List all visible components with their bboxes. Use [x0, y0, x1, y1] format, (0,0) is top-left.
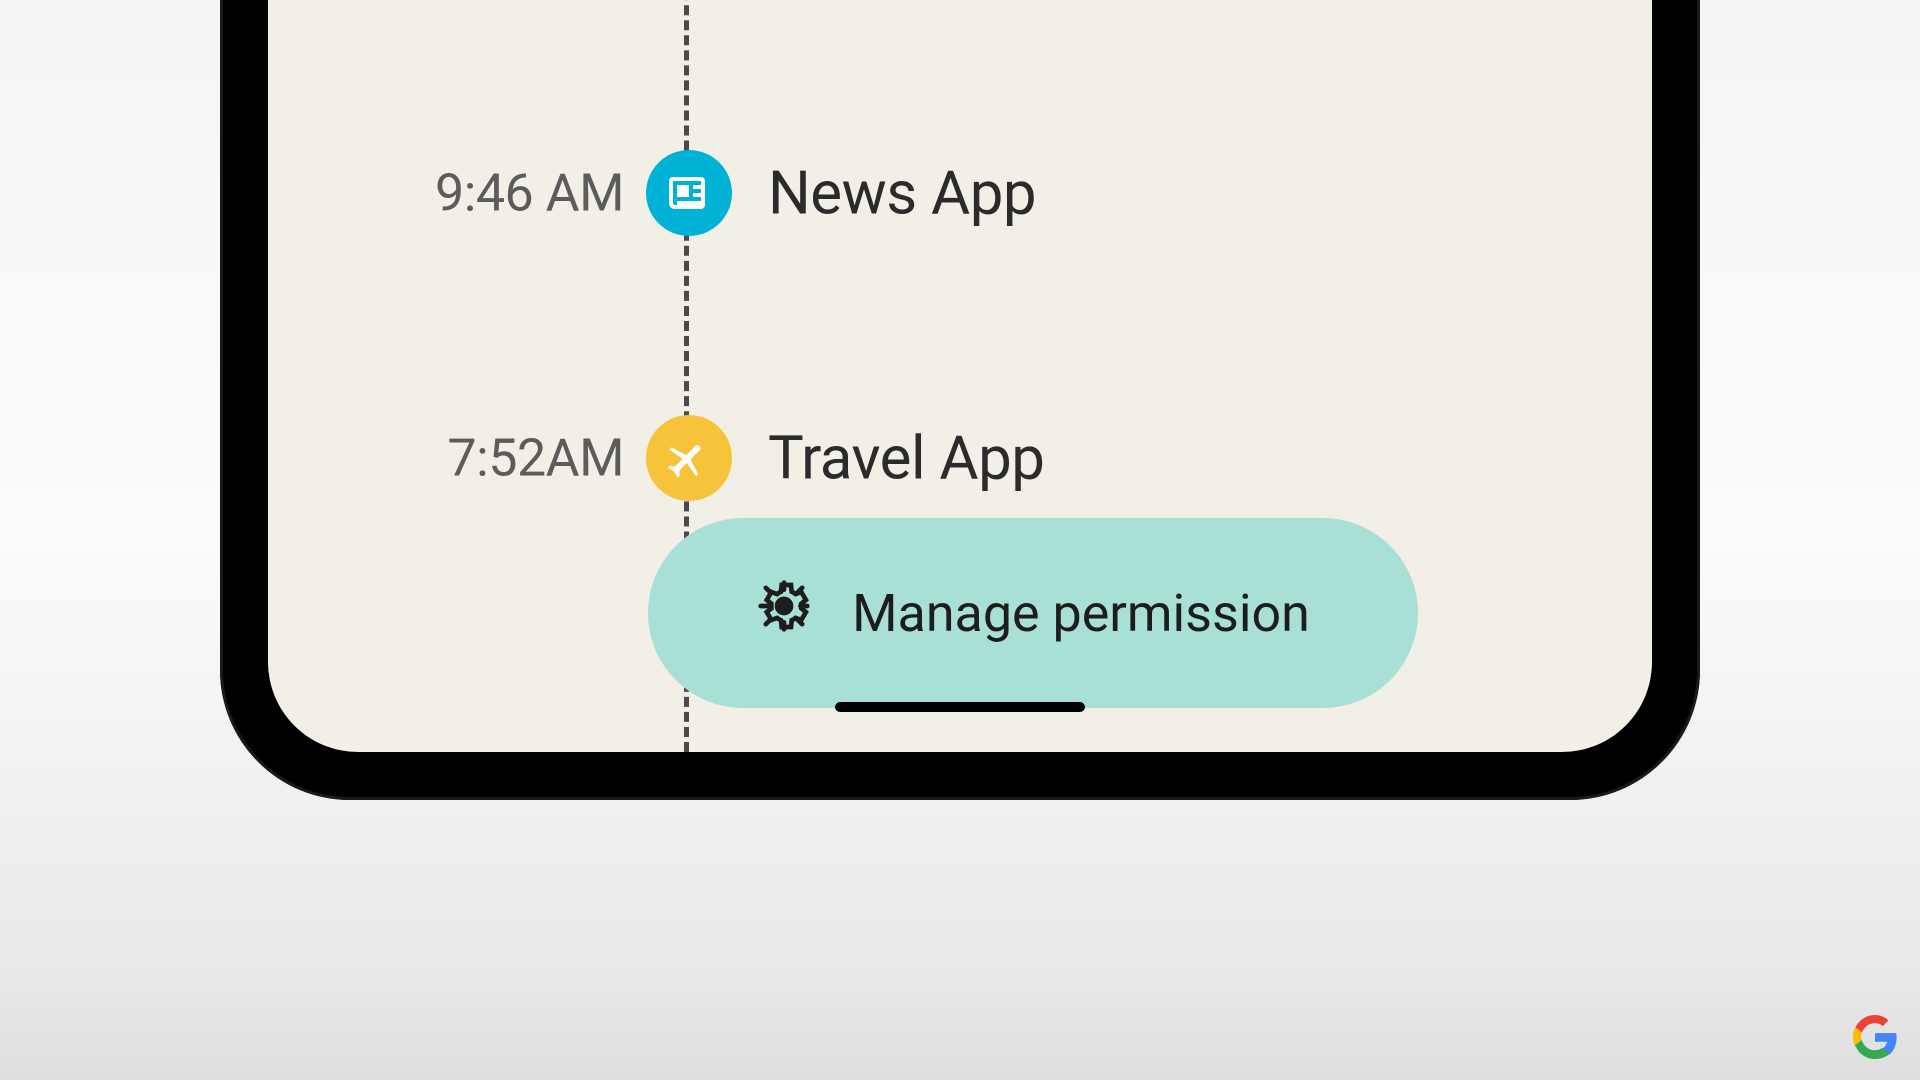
- manage-permission-button[interactable]: Manage permission: [648, 518, 1418, 708]
- app-label: News App: [768, 158, 1036, 229]
- timeline-row-news[interactable]: 9:46 AM News App: [268, 133, 1652, 253]
- timestamp-label: 9:46 AM: [435, 163, 624, 224]
- manage-permission-label: Manage permission: [852, 583, 1310, 644]
- airplane-icon: [646, 415, 732, 501]
- home-indicator[interactable]: [835, 702, 1085, 712]
- newspaper-icon: [646, 150, 732, 236]
- gear-icon: [756, 578, 812, 648]
- timeline-row-travel[interactable]: 7:52AM Travel App: [268, 398, 1652, 518]
- app-label: Travel App: [768, 423, 1044, 494]
- google-logo-icon: [1852, 1014, 1898, 1060]
- timestamp-label: 7:52AM: [447, 428, 624, 489]
- timeline: 9:46 AM News App 7:52AM Travel App: [268, 0, 1652, 752]
- phone-screen: 9:46 AM News App 7:52AM Travel App: [268, 0, 1652, 752]
- stage: 9:46 AM News App 7:52AM Travel App: [0, 0, 1920, 1080]
- phone-frame: 9:46 AM News App 7:52AM Travel App: [220, 0, 1700, 800]
